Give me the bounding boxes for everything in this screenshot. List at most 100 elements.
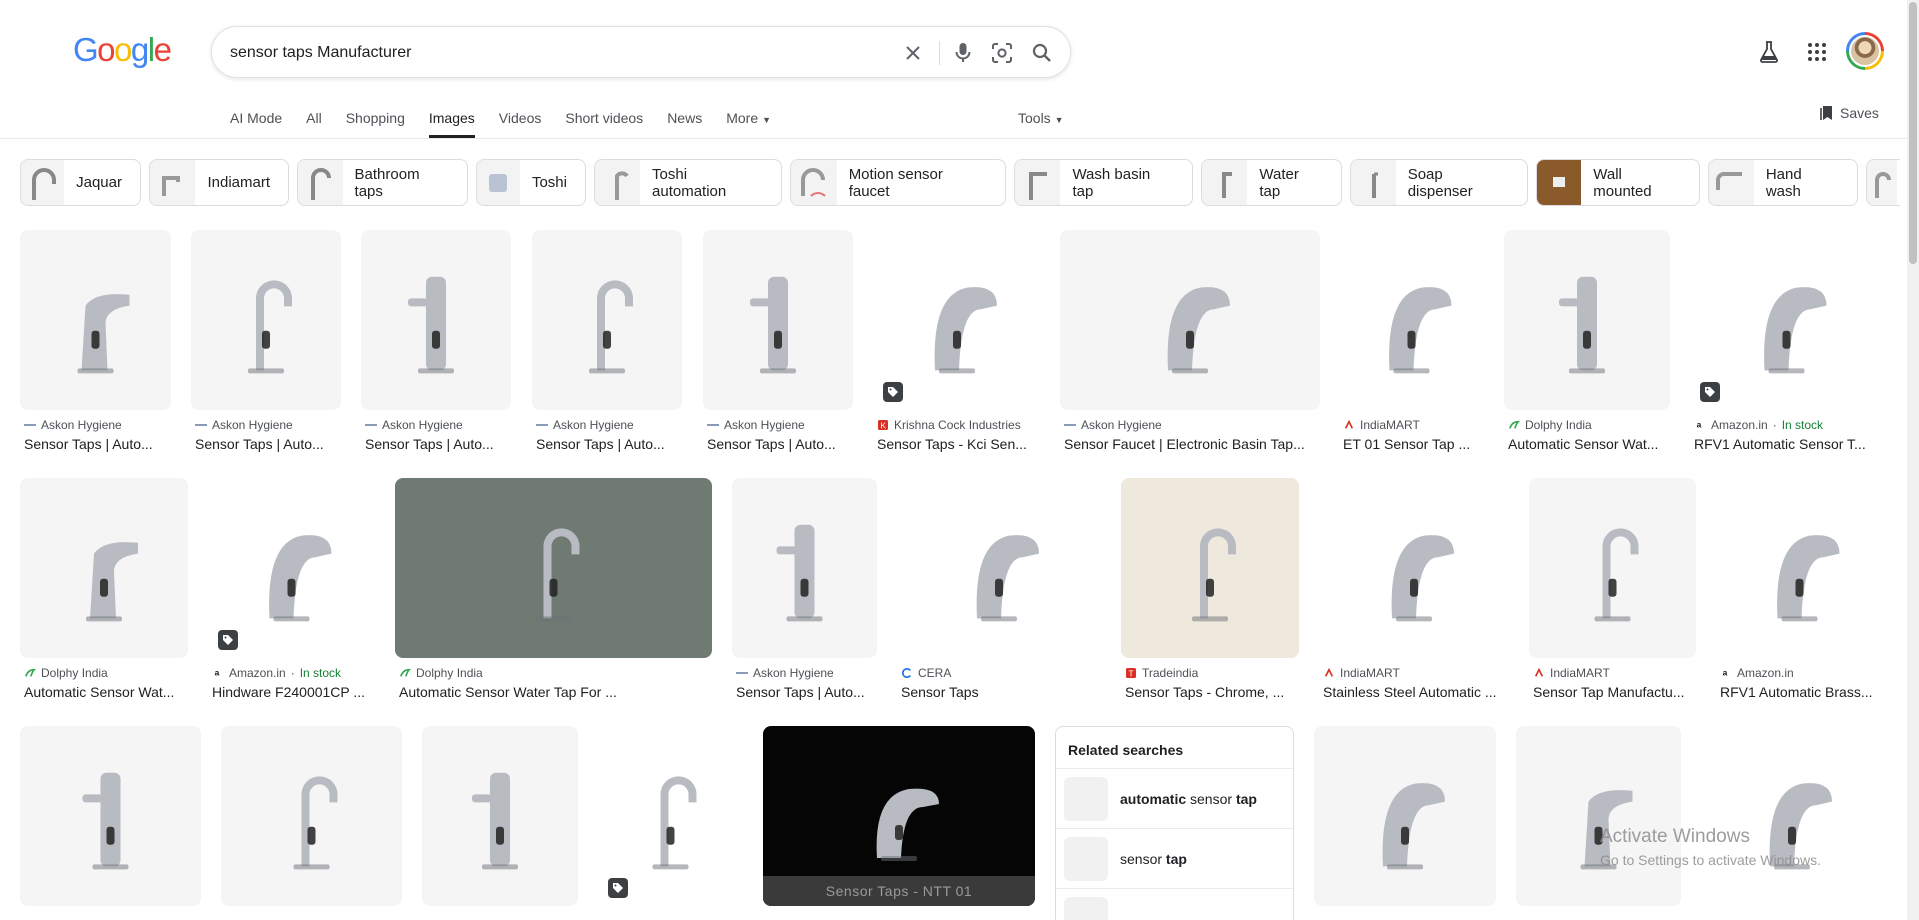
image-result[interactable]: Askon Hygiene Sensor Taps | Auto...: [732, 478, 877, 708]
result-thumbnail[interactable]: [395, 478, 712, 658]
apps-icon[interactable]: [1804, 39, 1830, 65]
image-result[interactable]: [1701, 726, 1883, 906]
image-result[interactable]: T Tradeindia Sensor Taps - Chrome, ...: [1121, 478, 1299, 708]
result-source[interactable]: Askon Hygiene: [707, 418, 805, 432]
tab-shopping[interactable]: Shopping: [346, 106, 405, 138]
result-thumbnail[interactable]: [20, 478, 188, 658]
chip-toshi[interactable]: Toshi: [476, 159, 586, 206]
result-thumbnail[interactable]: [422, 726, 578, 906]
chip-water-tap[interactable]: Water tap: [1201, 159, 1342, 206]
chip-wash-basin-tap[interactable]: Wash basin tap: [1014, 159, 1193, 206]
result-thumbnail[interactable]: [1060, 230, 1320, 410]
image-result[interactable]: Dolphy India Automatic Sensor Water Tap F…: [395, 478, 712, 708]
image-result[interactable]: [221, 726, 402, 906]
result-source[interactable]: a Amazon.in · In stock: [212, 666, 341, 680]
result-title[interactable]: RFV1 Automatic Brass...: [1720, 684, 1887, 700]
result-title[interactable]: Sensor Taps | Auto...: [536, 436, 686, 452]
tab-images[interactable]: Images: [428, 106, 475, 138]
result-source[interactable]: Askon Hygiene: [365, 418, 463, 432]
chip-soap-dispenser[interactable]: Soap dispenser: [1350, 159, 1528, 206]
image-result[interactable]: IndiaMART Stainless Steel Automatic ...: [1319, 478, 1509, 708]
result-thumbnail[interactable]: [208, 478, 375, 658]
result-source[interactable]: Askon Hygiene: [736, 666, 834, 680]
result-source[interactable]: a Amazon.in: [1720, 666, 1794, 680]
result-title[interactable]: Stainless Steel Automatic ...: [1323, 684, 1513, 700]
labs-icon[interactable]: [1756, 39, 1782, 65]
result-title[interactable]: Sensor Taps | Auto...: [195, 436, 345, 452]
result-thumbnail[interactable]: [873, 230, 1041, 410]
result-title[interactable]: Hindware F240001CP ...: [212, 684, 379, 700]
image-result[interactable]: [20, 726, 201, 906]
image-result[interactable]: CERA Sensor Taps: [897, 478, 1101, 708]
image-result[interactable]: K Krishna Cock Industries Sensor Taps - Kc…: [873, 230, 1041, 460]
result-thumbnail[interactable]: [1529, 478, 1696, 658]
tab-news[interactable]: News: [667, 106, 702, 138]
result-title[interactable]: RFV1 Automatic Sensor T...: [1694, 436, 1887, 452]
image-result[interactable]: [1314, 726, 1496, 906]
result-source[interactable]: Dolphy India: [24, 666, 108, 680]
chip-jaquar[interactable]: Jaquar: [20, 159, 141, 206]
search-icon[interactable]: [1030, 41, 1054, 65]
chip-motion-sensor-faucet[interactable]: Motion sensor faucet: [790, 159, 1006, 206]
result-thumbnail[interactable]: [1314, 726, 1496, 906]
tab-ai-mode[interactable]: AI Mode: [230, 106, 282, 138]
result-title[interactable]: Sensor Taps | Auto...: [736, 684, 881, 700]
image-result[interactable]: Dolphy India Automatic Sensor Wat...: [20, 478, 188, 708]
result-thumbnail[interactable]: [20, 726, 201, 906]
image-result[interactable]: [598, 726, 743, 906]
result-source[interactable]: a Amazon.in · In stock: [1694, 418, 1823, 432]
image-result[interactable]: [422, 726, 578, 906]
image-result[interactable]: IndiaMART ET 01 Sensor Tap ...: [1339, 230, 1484, 460]
image-result[interactable]: a Amazon.in RFV1 Automatic Brass...: [1716, 478, 1883, 708]
result-thumbnail[interactable]: [598, 726, 743, 906]
chip-indiamart[interactable]: Indiamart: [149, 159, 289, 206]
search-input[interactable]: [230, 40, 880, 66]
scrollbar-thumb[interactable]: [1909, 2, 1917, 264]
saves-button[interactable]: Saves: [1820, 105, 1879, 121]
image-result[interactable]: Askon Hygiene Sensor Taps | Auto...: [361, 230, 511, 460]
image-result[interactable]: Askon Hygiene Sensor Taps | Auto...: [191, 230, 341, 460]
result-thumbnail[interactable]: [1504, 230, 1670, 410]
mic-icon[interactable]: [951, 41, 975, 65]
result-source[interactable]: Dolphy India: [1508, 418, 1592, 432]
result-thumbnail[interactable]: [897, 478, 1101, 658]
image-result[interactable]: a Amazon.in · In stock RFV1 Automatic Sens…: [1690, 230, 1883, 460]
google-logo[interactable]: Google: [73, 31, 172, 69]
tab-all[interactable]: All: [306, 106, 322, 138]
related-search-item[interactable]: automatic sensor tap: [1056, 768, 1293, 828]
image-result[interactable]: Askon Hygiene Sensor Taps | Auto...: [703, 230, 853, 460]
image-result[interactable]: [1516, 726, 1681, 906]
image-result[interactable]: IndiaMART Sensor Tap Manufactu...: [1529, 478, 1696, 708]
related-search-item[interactable]: sensor tap: [1056, 828, 1293, 888]
result-source[interactable]: Askon Hygiene: [195, 418, 293, 432]
image-result[interactable]: a Amazon.in · In stock Hindware F240001CP …: [208, 478, 375, 708]
chip-more[interactable]: [1866, 159, 1900, 206]
result-thumbnail[interactable]: [703, 230, 853, 410]
lens-icon[interactable]: [990, 41, 1014, 65]
tab-short-videos[interactable]: Short videos: [565, 106, 643, 138]
result-thumbnail[interactable]: [1319, 478, 1509, 658]
tab-more[interactable]: More ▼: [726, 106, 771, 138]
result-source[interactable]: Dolphy India: [399, 666, 483, 680]
result-thumbnail[interactable]: [1121, 478, 1299, 658]
result-thumbnail[interactable]: [191, 230, 341, 410]
result-thumbnail[interactable]: [1690, 230, 1883, 410]
result-thumbnail[interactable]: [1701, 726, 1883, 906]
result-thumbnail[interactable]: [20, 230, 171, 410]
tools-button[interactable]: Tools ▼: [1018, 110, 1064, 126]
chip-toshi-automation[interactable]: Toshi automation: [594, 159, 782, 206]
chip-wall-mounted[interactable]: Wall mounted: [1536, 159, 1700, 206]
result-title[interactable]: Sensor Tap Manufactu...: [1533, 684, 1700, 700]
result-title[interactable]: Sensor Taps: [901, 684, 1105, 700]
result-thumbnail[interactable]: [732, 478, 877, 658]
result-thumbnail[interactable]: [221, 726, 402, 906]
result-title[interactable]: ET 01 Sensor Tap ...: [1343, 436, 1488, 452]
account-avatar[interactable]: [1846, 32, 1884, 70]
clear-icon[interactable]: [901, 41, 925, 65]
image-result[interactable]: Askon Hygiene Sensor Taps | Auto...: [20, 230, 171, 460]
related-search-item[interactable]: [1056, 888, 1293, 920]
result-thumbnail[interactable]: [1716, 478, 1883, 658]
result-source[interactable]: IndiaMART: [1323, 666, 1400, 680]
result-title[interactable]: Automatic Sensor Water Tap For ...: [399, 684, 716, 700]
result-title[interactable]: Sensor Taps | Auto...: [365, 436, 515, 452]
